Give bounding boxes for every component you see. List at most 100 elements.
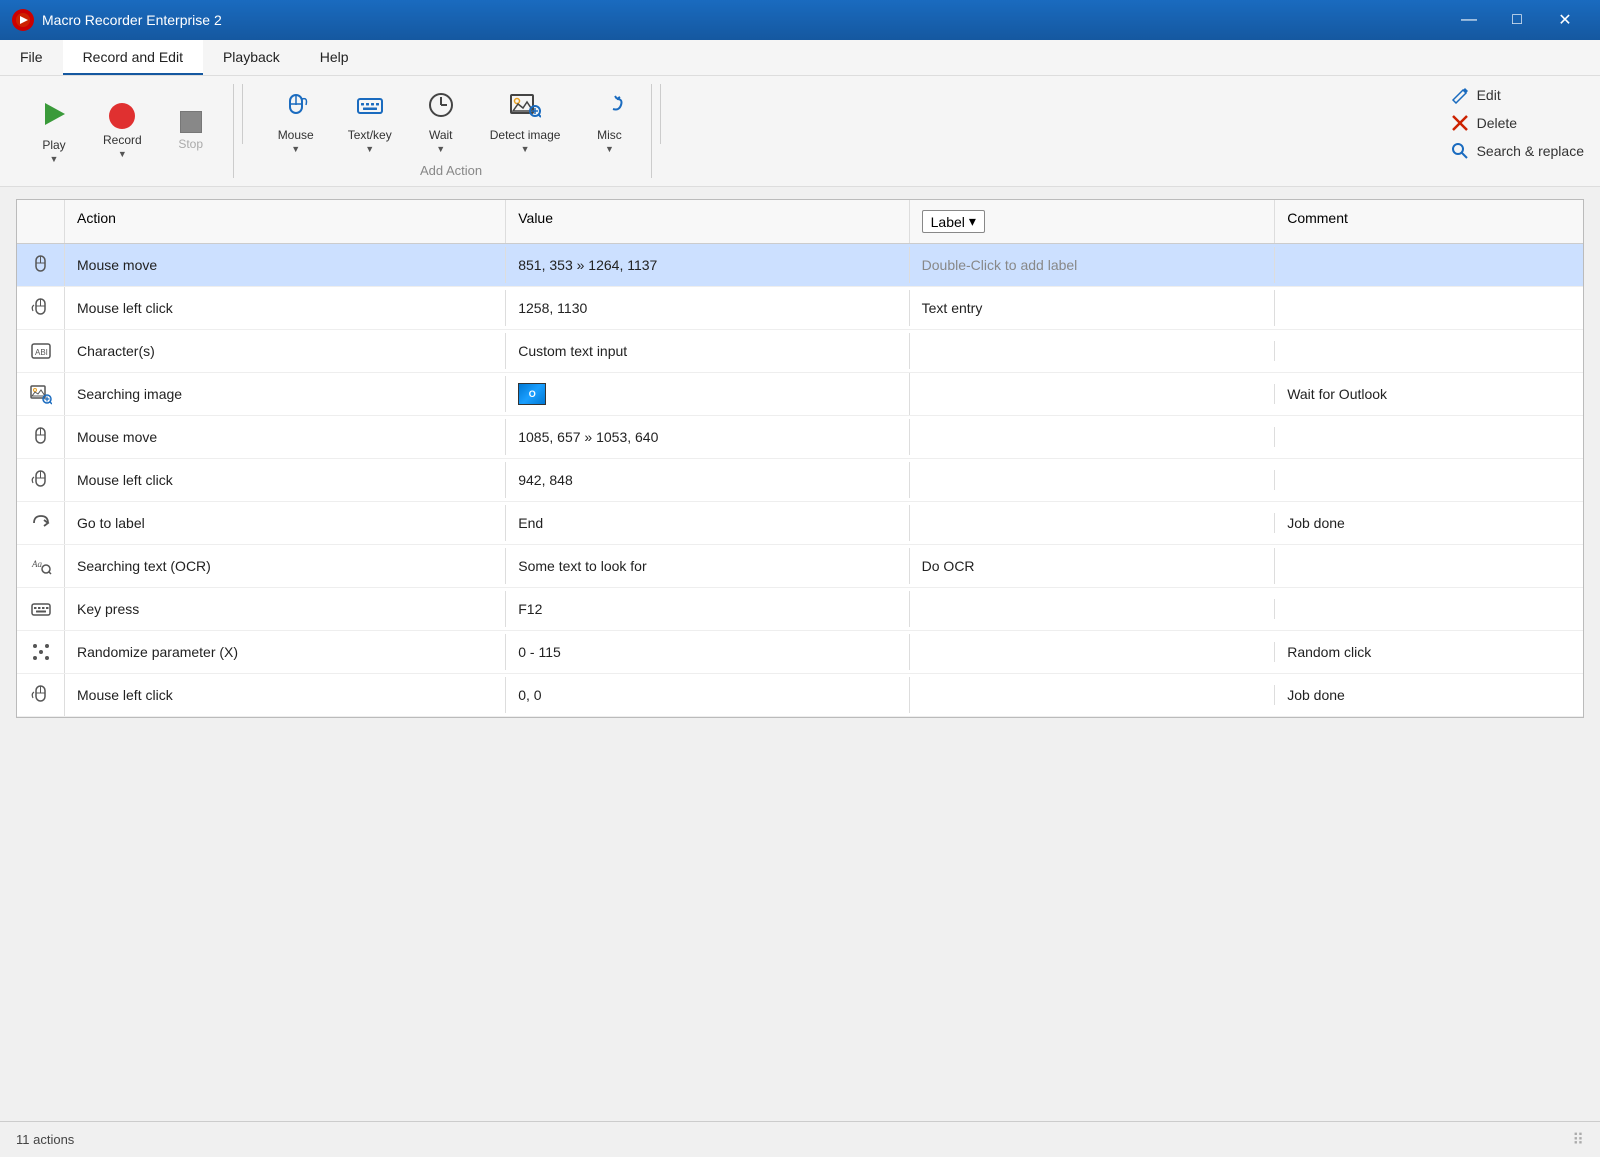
col-header-value: Value (506, 200, 909, 243)
stop-button[interactable]: Stop (161, 104, 221, 158)
row-icon-10 (17, 631, 65, 673)
textkey-arrow: ▼ (365, 144, 374, 154)
row-action-6: Mouse left click (65, 462, 506, 498)
row-value-11: 0, 0 (506, 677, 909, 713)
wait-label: Wait (429, 128, 453, 142)
row-icon-7 (17, 502, 65, 544)
play-button[interactable]: Play ▼ (24, 92, 84, 171)
delete-label: Delete (1477, 115, 1517, 131)
table-row[interactable]: Key press F12 (17, 588, 1583, 631)
delete-button[interactable]: Delete (1447, 112, 1588, 134)
row-comment-9 (1275, 599, 1583, 619)
row-label-9 (910, 599, 1276, 619)
status-bar: 11 actions ⠿ (0, 1121, 1600, 1157)
row-comment-8 (1275, 556, 1583, 576)
detect-image-button[interactable]: Detect image ▼ (475, 84, 576, 161)
record-button[interactable]: Record ▼ (88, 96, 157, 166)
row-comment-5 (1275, 427, 1583, 447)
row-icon-11 (17, 674, 65, 716)
play-arrow: ▼ (50, 154, 59, 164)
row-label-10 (910, 642, 1276, 662)
row-value-10: 0 - 115 (506, 634, 909, 670)
add-action-label: Add Action (263, 163, 640, 178)
row-value-3: Custom text input (506, 333, 909, 369)
row-value-5: 1085, 657 » 1053, 640 (506, 419, 909, 455)
row-action-10: Randomize parameter (X) (65, 634, 506, 670)
detect-image-icon (509, 91, 541, 124)
maximize-button[interactable]: □ (1494, 0, 1540, 40)
mouse-button[interactable]: Mouse ▼ (263, 84, 329, 161)
menu-help[interactable]: Help (300, 40, 369, 75)
row-value-6: 942, 848 (506, 462, 909, 498)
row-comment-6 (1275, 470, 1583, 490)
col-header-action: Action (65, 200, 506, 243)
misc-label: Misc (597, 128, 622, 142)
row-label-3 (910, 341, 1276, 361)
search-replace-button[interactable]: Search & replace (1447, 140, 1588, 162)
table-row[interactable]: Searching image O Wait for Outlook (17, 373, 1583, 416)
row-icon-2 (17, 287, 65, 329)
row-label-1[interactable]: Double-Click to add label (910, 247, 1276, 283)
menu-playback[interactable]: Playback (203, 40, 300, 75)
delete-icon (1451, 114, 1469, 132)
row-icon-8: Aa (17, 545, 65, 587)
row-value-8: Some text to look for (506, 548, 909, 584)
record-icon (109, 103, 135, 129)
stop-label: Stop (178, 137, 203, 151)
table-row[interactable]: Randomize parameter (X) 0 - 115 Random c… (17, 631, 1583, 674)
svg-text:Aa: Aa (31, 559, 42, 569)
wait-button[interactable]: Wait ▼ (411, 84, 471, 161)
row-label-5 (910, 427, 1276, 447)
table-row[interactable]: Mouse move 1085, 657 » 1053, 640 (17, 416, 1583, 459)
row-value-2: 1258, 1130 (506, 290, 909, 326)
edit-label: Edit (1477, 87, 1501, 103)
keyboard-icon (356, 91, 384, 124)
table-row[interactable]: Mouse left click 1258, 1130 Text entry (17, 287, 1583, 330)
row-action-7: Go to label (65, 505, 506, 541)
row-value-1: 851, 353 » 1264, 1137 (506, 247, 909, 283)
misc-arrow: ▼ (605, 144, 614, 154)
row-action-5: Mouse move (65, 419, 506, 455)
row-comment-1 (1275, 255, 1583, 275)
mouse-arrow: ▼ (291, 144, 300, 154)
title-bar: Macro Recorder Enterprise 2 — □ ✕ (0, 0, 1600, 40)
record-arrow: ▼ (118, 149, 127, 159)
stop-icon (180, 111, 202, 133)
table-row[interactable]: ABI Character(s) Custom text input (17, 330, 1583, 373)
menu-bar: File Record and Edit Playback Help (0, 40, 1600, 76)
col-header-comment: Comment (1275, 200, 1583, 243)
menu-record-edit[interactable]: Record and Edit (63, 40, 203, 75)
table-row[interactable]: Aa Searching text (OCR) Some text to loo… (17, 545, 1583, 588)
search-replace-label: Search & replace (1477, 143, 1584, 159)
menu-file[interactable]: File (0, 40, 63, 75)
app-title: Macro Recorder Enterprise 2 (42, 12, 1438, 28)
row-action-3: Character(s) (65, 333, 506, 369)
col-header-num (17, 200, 65, 243)
row-label-6 (910, 470, 1276, 490)
row-icon-9 (17, 588, 65, 630)
close-button[interactable]: ✕ (1542, 0, 1588, 40)
minimize-button[interactable]: — (1446, 0, 1492, 40)
row-label-8: Do OCR (910, 548, 1276, 584)
row-action-9: Key press (65, 591, 506, 627)
play-icon (39, 99, 69, 134)
table-row[interactable]: Go to label End Job done (17, 502, 1583, 545)
row-comment-2 (1275, 298, 1583, 318)
row-action-4: Searching image (65, 376, 506, 412)
row-value-9: F12 (506, 591, 909, 627)
edit-button[interactable]: Edit (1447, 84, 1588, 106)
row-label-4 (910, 384, 1276, 404)
toolbar-separator-1 (242, 84, 243, 144)
row-comment-3 (1275, 341, 1583, 361)
misc-icon (595, 91, 623, 124)
toolbar: Play ▼ Record ▼ Stop (0, 76, 1600, 187)
table-row[interactable]: Mouse left click 0, 0 Job done (17, 674, 1583, 717)
textkey-button[interactable]: Text/key ▼ (333, 84, 407, 161)
wait-icon (427, 91, 455, 124)
table-row[interactable]: Mouse move 851, 353 » 1264, 1137 Double-… (17, 244, 1583, 287)
detect-image-arrow: ▼ (521, 144, 530, 154)
table-row[interactable]: Mouse left click 942, 848 (17, 459, 1583, 502)
app-icon (12, 9, 34, 31)
label-dropdown[interactable]: Label ▾ (922, 210, 985, 233)
misc-button[interactable]: Misc ▼ (579, 84, 639, 161)
